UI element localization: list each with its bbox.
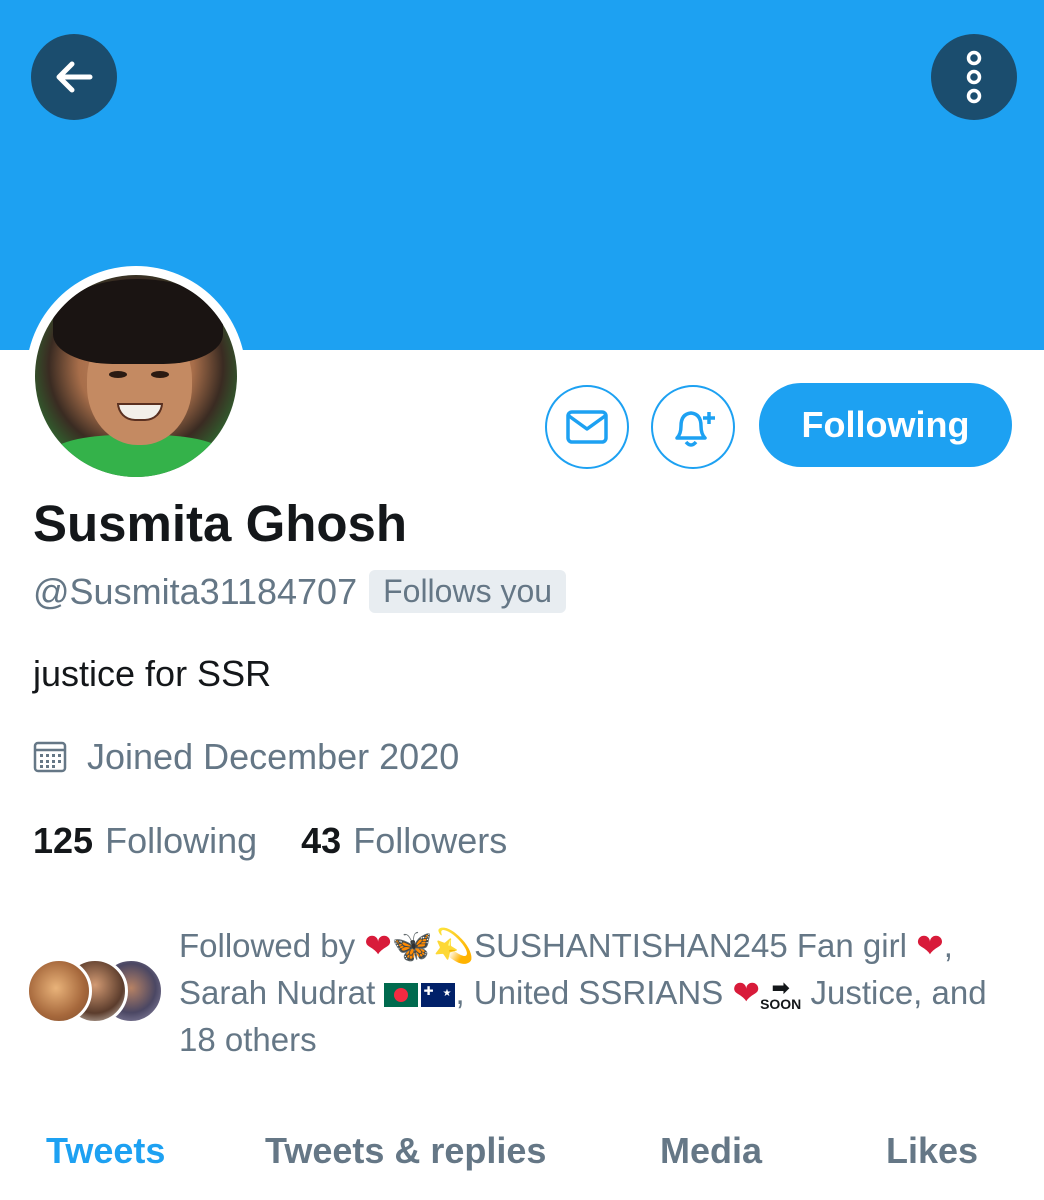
following-button[interactable]: Following <box>759 383 1012 467</box>
dizzy-star-icon: 💫 <box>433 927 475 964</box>
bangladesh-flag-icon <box>384 983 419 1008</box>
avatar-image <box>35 275 237 477</box>
followed-by-user3: United SSRIANS <box>473 974 724 1011</box>
back-button[interactable] <box>31 34 117 120</box>
followed-by-user2: Sarah Nudrat <box>179 974 376 1011</box>
follows-you-badge: Follows you <box>369 570 567 613</box>
follow-stats: 125 Following 43 Followers <box>33 820 507 862</box>
mutual-followers-avatars[interactable] <box>26 958 166 1028</box>
more-vertical-icon <box>966 50 982 104</box>
tab-media[interactable]: Media <box>660 1130 762 1172</box>
heart-icon: ❤ <box>916 927 944 964</box>
followed-by-user1: SUSHANTISHAN245 Fan girl <box>474 927 907 964</box>
tab-tweets[interactable]: Tweets <box>46 1130 165 1172</box>
calendar-icon <box>33 741 67 773</box>
butterfly-icon: 🦋 <box>391 927 434 964</box>
followers-label: Followers <box>353 820 508 861</box>
followed-by-user3-suffix: Justice, <box>810 974 923 1011</box>
arrow-left-icon <box>56 61 93 93</box>
following-count: 125 <box>33 820 94 861</box>
more-options-button[interactable] <box>931 34 1017 120</box>
heart-icon: ❤ <box>364 927 392 964</box>
envelope-icon <box>566 410 608 444</box>
followers-count: 43 <box>301 820 342 861</box>
display-name: Susmita Ghosh <box>33 495 408 552</box>
message-button[interactable] <box>545 385 629 469</box>
tab-likes[interactable]: Likes <box>886 1130 978 1172</box>
followed-by-text[interactable]: Followed by ❤🦋💫SUSHANTISHAN245 Fan girl … <box>179 922 1029 1063</box>
avatar <box>26 958 92 1024</box>
profile-avatar[interactable] <box>26 266 246 486</box>
notifications-button[interactable] <box>651 385 735 469</box>
following-stat[interactable]: 125 Following <box>33 820 257 862</box>
username-handle: @Susmita31184707 <box>33 570 358 612</box>
profile-bio: justice for SSR <box>33 653 272 694</box>
australia-flag-icon: ✚ ★ <box>421 983 456 1008</box>
followed-by-prefix: Followed by <box>179 927 356 964</box>
heart-icon: ❤ <box>732 974 761 1011</box>
joined-date-row: Joined December 2020 <box>33 736 459 778</box>
tab-tweets-and-replies[interactable]: Tweets & replies <box>265 1130 546 1172</box>
bell-plus-icon <box>675 411 715 447</box>
joined-date: Joined December 2020 <box>87 736 460 777</box>
followers-stat[interactable]: 43 Followers <box>301 820 507 862</box>
handle-row: @Susmita31184707 Follows you <box>33 570 567 613</box>
following-label: Following <box>105 820 258 861</box>
profile-tabs: Tweets Tweets & replies Media Likes <box>0 1120 1044 1200</box>
soon-arrow-icon: ➡ SOON <box>760 975 802 1013</box>
